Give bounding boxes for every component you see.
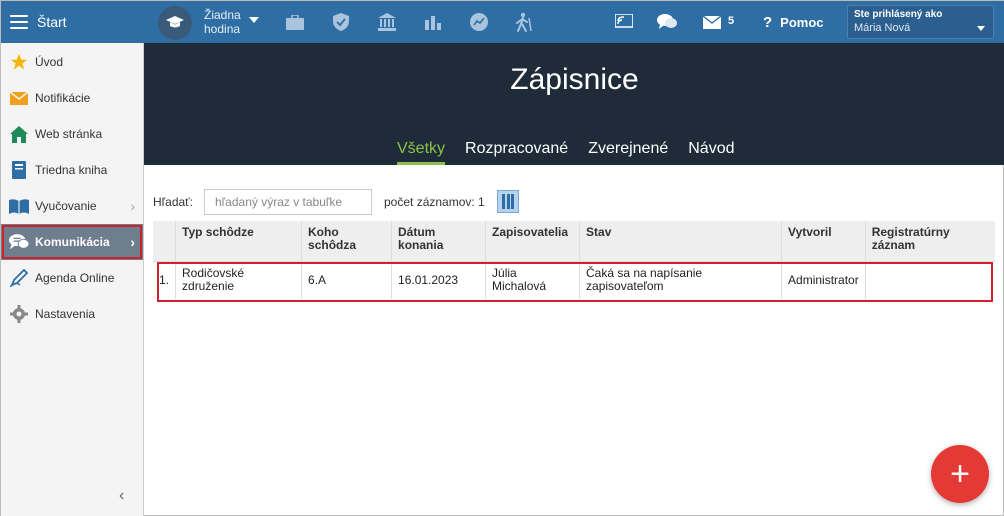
page-header: Zápisnice Všetky Rozpracované Zverejnené… [144, 43, 1004, 165]
bar-chart-icon[interactable] [423, 12, 443, 32]
sidebar-item-notifikacie[interactable]: Notifikácie [1, 80, 143, 116]
help-button[interactable]: ? Pomoc [763, 14, 824, 31]
start-label[interactable]: Štart [37, 14, 67, 30]
sidebar-item-label: Úvod [35, 55, 64, 69]
education-book-icon [9, 196, 29, 216]
sidebar-item-label: Web stránka [35, 127, 103, 141]
column-header-registry[interactable]: Registratúrny záznam [864, 221, 995, 261]
hamburger-menu-icon[interactable] [10, 15, 28, 29]
sidebar-item-uvod[interactable]: Úvod [1, 44, 143, 80]
columns-toggle-icon[interactable] [497, 190, 519, 213]
sidebar-item-label: Nastavenia [35, 307, 96, 321]
chevron-down-icon[interactable] [977, 26, 985, 31]
sidebar: Úvod Notifikácie Web stránka Triedna kni… [1, 43, 144, 516]
tab-navod[interactable]: Návod [688, 140, 734, 165]
column-header-date[interactable]: Dátum konania [391, 221, 486, 261]
tab-rozpracovane[interactable]: Rozpracované [465, 140, 568, 165]
chat-icon [9, 232, 29, 252]
envelope-icon [9, 88, 29, 108]
chevron-right-icon: › [130, 234, 135, 250]
screen-share-icon[interactable] [614, 12, 634, 32]
sidebar-item-label: Vyučovanie [35, 199, 97, 213]
graduation-cap-icon[interactable] [158, 6, 192, 40]
briefcase-icon[interactable] [285, 12, 305, 32]
sidebar-item-nastavenia[interactable]: Nastavenia [1, 296, 143, 332]
page-title: Zápisnice [510, 63, 639, 96]
sidebar-item-label: Notifikácie [35, 91, 91, 105]
chevron-down-icon[interactable] [249, 17, 259, 23]
cell-index: 1. [153, 260, 176, 299]
star-icon [9, 52, 29, 72]
tab-vsetky[interactable]: Všetky [397, 140, 446, 165]
chevron-right-icon: › [130, 198, 135, 214]
sidebar-item-label: Komunikácia [35, 235, 110, 249]
sidebar-item-vyucovanie[interactable]: Vyučovanie › [1, 188, 143, 224]
start-section[interactable]: Štart [1, 1, 144, 43]
pen-icon [9, 268, 29, 288]
lesson-selector[interactable]: Žiadna hodina [204, 8, 241, 36]
search-input[interactable] [204, 189, 372, 215]
hiking-icon[interactable] [514, 12, 534, 32]
record-count: počet záznamov: 1 [384, 195, 485, 209]
home-icon [9, 124, 29, 144]
sidebar-item-triedna-kniha[interactable]: Triedna kniha [1, 152, 143, 188]
logged-in-label: Ste prihlásený ako [854, 9, 943, 20]
cell-type: Rodičovské združenie [175, 260, 302, 299]
sidebar-item-agenda-online[interactable]: Agenda Online [1, 260, 143, 296]
sidebar-item-label: Triedna kniha [35, 163, 108, 177]
chat-bubbles-icon[interactable] [657, 12, 677, 32]
analytics-icon[interactable] [469, 12, 489, 32]
help-label: Pomoc [780, 15, 824, 30]
sidebar-item-komunikacia[interactable]: Komunikácia › [1, 224, 143, 260]
column-header-created-by[interactable]: Vytvoril [781, 221, 866, 261]
top-bar: Štart Žiadna hodina 5 ? Pomoc Ste prihlá… [1, 1, 1004, 43]
column-header-index[interactable] [153, 221, 176, 261]
table-row[interactable]: 1. Rodičovské združenie 6.A 16.01.2023 J… [153, 260, 995, 299]
book-icon [9, 160, 29, 180]
minutes-table: Typ schôdze Koho schôdza Dátum konania Z… [153, 221, 995, 302]
cell-date: 16.01.2023 [391, 260, 486, 299]
column-header-status[interactable]: Stav [579, 221, 782, 261]
gear-icon [9, 304, 29, 324]
cell-recorders: Júlia Michalová [485, 260, 580, 299]
cell-whose: 6.A [301, 260, 392, 299]
add-minutes-button[interactable]: + [931, 445, 989, 503]
column-header-whose[interactable]: Koho schôdza [301, 221, 392, 261]
shield-icon[interactable] [331, 12, 351, 32]
bank-icon[interactable] [377, 12, 397, 32]
cell-registry [864, 260, 995, 299]
sidebar-item-label: Agenda Online [35, 271, 115, 285]
cell-created-by: Administrator [781, 260, 866, 299]
sidebar-item-web-stranka[interactable]: Web stránka [1, 116, 143, 152]
column-header-recorders[interactable]: Zapisovatelia [485, 221, 580, 261]
tab-zverejnene[interactable]: Zverejnené [588, 140, 668, 165]
question-mark-icon: ? [763, 14, 773, 31]
collapse-sidebar-icon[interactable]: ‹ [119, 487, 124, 505]
user-menu[interactable]: Ste prihlásený ako Mária Nová [847, 5, 994, 39]
cell-status: Čaká sa na napísanie zapisovateľom [579, 260, 782, 299]
tab-bar: Všetky Rozpracované Zverejnené Návod [397, 140, 754, 165]
column-header-type[interactable]: Typ schôdze [175, 221, 302, 261]
message-count-badge: 5 [728, 15, 735, 27]
table-header-row: Typ schôdze Koho schôdza Dátum konania Z… [153, 221, 995, 261]
envelope-icon[interactable] [702, 12, 722, 32]
search-label: Hľadať: [153, 195, 194, 209]
user-name: Mária Nová [854, 22, 911, 34]
